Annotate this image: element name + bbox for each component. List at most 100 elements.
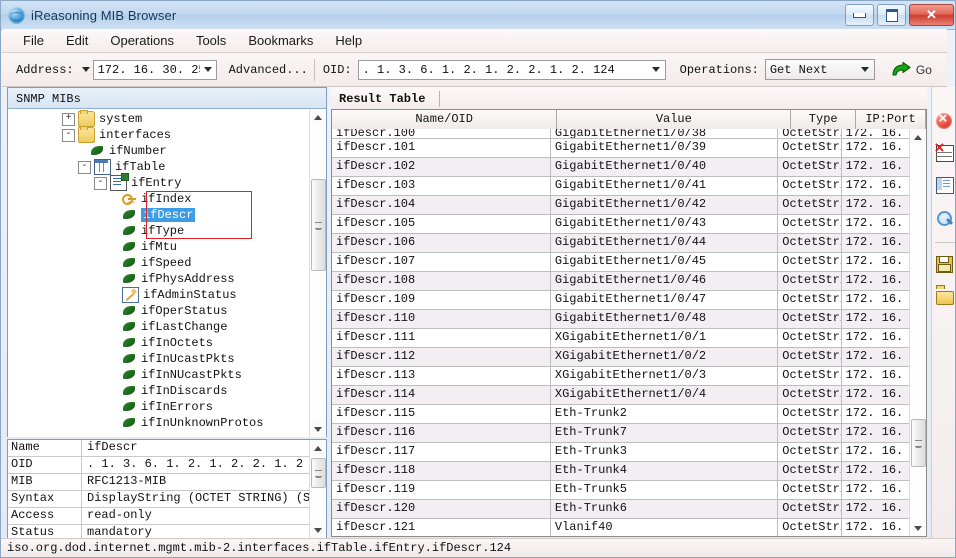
table-row[interactable]: ifDescr.106 GigabitEthernet1/0/44 OctetStr… <box>332 234 910 253</box>
mib-tree[interactable]: + system - interfaces ifNumber - ifTable - ifEnt… <box>8 109 310 437</box>
tree-vertical-scrollbar[interactable] <box>309 109 326 437</box>
table-row[interactable]: ifDescr.101 GigabitEthernet1/0/39 OctetStr… <box>332 139 910 158</box>
result-table-body[interactable]: ifDescr.100 GigabitEthernet1/0/38 OctetStr… <box>332 129 910 536</box>
table-row[interactable]: ifDescr.105 GigabitEthernet1/0/43 OctetStr… <box>332 215 910 234</box>
result-scroll-thumb[interactable] <box>911 419 926 467</box>
tree-node-ifinnucastpkts[interactable]: ifInNUcastPkts <box>8 367 310 383</box>
write-icon <box>122 287 139 303</box>
result-scroll-down-button[interactable] <box>910 520 926 536</box>
tree-node-ifadminstatus[interactable]: ifAdminStatus <box>8 287 310 303</box>
tree-node-ifentry[interactable]: - ifEntry <box>8 173 310 191</box>
collapse-icon[interactable]: - <box>62 128 75 142</box>
tree-node-ifinucastpkts[interactable]: ifInUcastPkts <box>8 351 310 367</box>
tree-node-ifinunknownprotos[interactable]: ifInUnknownProtos <box>8 415 310 431</box>
clear-table-icon[interactable] <box>935 145 954 163</box>
table-row[interactable]: ifDescr.116Eth-Trunk7OctetString172. 16.… <box>332 424 910 443</box>
operations-chevron-down-icon[interactable] <box>857 61 874 79</box>
table-row[interactable]: ifDescr.118Eth-Trunk4OctetString172. 16.… <box>332 462 910 481</box>
minimize-button[interactable] <box>845 4 874 26</box>
tree-node-ifinoctets[interactable]: ifInOctets <box>8 335 310 351</box>
table-view-icon[interactable] <box>935 177 954 195</box>
menu-operations[interactable]: Operations <box>99 30 185 51</box>
menu-file[interactable]: File <box>12 30 55 51</box>
table-row[interactable]: ifDescr.102 GigabitEthernet1/0/40 OctetStr… <box>332 158 910 177</box>
properties-vertical-scrollbar[interactable] <box>309 440 326 538</box>
tree-connector <box>110 271 122 287</box>
save-icon[interactable] <box>935 256 954 274</box>
close-button[interactable]: ✕ <box>909 4 954 26</box>
menu-bookmarks[interactable]: Bookmarks <box>237 30 324 51</box>
advanced-button[interactable]: Advanced... <box>229 63 308 77</box>
table-row[interactable]: ifDescr.100 GigabitEthernet1/0/38 OctetStr… <box>332 129 910 139</box>
table-row[interactable]: ifDescr.107 GigabitEthernet1/0/45 OctetStr… <box>332 253 910 272</box>
mib-tree-panel: SNMP MIBs + system - interfaces ifNumber - ifT… <box>7 87 327 437</box>
properties-scroll-track-bottom <box>310 522 326 538</box>
tree-scroll-thumb[interactable] <box>311 179 326 271</box>
table-row[interactable]: ifDescr.115Eth-Trunk2OctetString172. 16.… <box>332 405 910 424</box>
table-row[interactable]: ifDescr.112 XGigabitEthernet1/0/2 OctetStr… <box>332 348 910 367</box>
table-row[interactable]: ifDescr.114 XGigabitEthernet1/0/4 OctetStr… <box>332 386 910 405</box>
menu-edit[interactable]: Edit <box>55 30 99 51</box>
oid-chevron-down-icon[interactable] <box>648 61 665 79</box>
tab-snmp-mibs[interactable]: SNMP MIBs <box>8 90 89 108</box>
table-row[interactable]: ifDescr.121Vlanif40OctetString172. 16. 3… <box>332 519 910 536</box>
table-row[interactable]: ifDescr.111 XGigabitEthernet1/0/1 OctetStr… <box>332 329 910 348</box>
tree-node-ifnumber[interactable]: ifNumber <box>8 143 310 159</box>
table-row[interactable]: ifDescr.104 GigabitEthernet1/0/42 OctetStr… <box>332 196 910 215</box>
stop-icon[interactable] <box>935 113 954 131</box>
tree-node-ifindex[interactable]: ifIndex <box>8 191 310 207</box>
column-header-ip-port[interactable]: IP:Port <box>856 110 926 129</box>
result-vertical-scrollbar[interactable] <box>909 129 926 536</box>
tree-node-ifphysaddress[interactable]: ifPhysAddress <box>8 271 310 287</box>
operations-select[interactable]: Get Next <box>764 59 875 80</box>
collapse-icon[interactable]: - <box>94 176 107 190</box>
cell-value: GigabitEthernet1/0/44 <box>551 234 779 252</box>
tab-result-table[interactable]: Result Table <box>331 89 435 109</box>
tree-node-ifoperstatus[interactable]: ifOperStatus <box>8 303 310 319</box>
tree-node-iflastchange[interactable]: ifLastChange <box>8 319 310 335</box>
address-input[interactable]: 172. 16. 30. 254 <box>92 59 217 80</box>
result-scroll-up-button[interactable] <box>910 129 926 145</box>
tree-node-iftype[interactable]: ifType <box>8 223 310 239</box>
maximize-button[interactable] <box>877 4 906 26</box>
properties-scroll-thumb[interactable] <box>311 458 326 488</box>
tree-node-ifindiscards[interactable]: ifInDiscards <box>8 383 310 399</box>
tree-node-ifspeed[interactable]: ifSpeed <box>8 255 310 271</box>
table-row[interactable]: ifDescr.119Eth-Trunk5OctetString172. 16.… <box>332 481 910 500</box>
property-value: . 1. 3. 6. 1. 2. 1. 2. 2. 1. 2 <box>87 457 304 471</box>
address-chevron-down-icon[interactable] <box>200 61 215 79</box>
tree-node-ifmtu[interactable]: ifMtu <box>8 239 310 255</box>
cell-value: Eth-Trunk6 <box>551 500 779 518</box>
tree-scroll-up-button[interactable] <box>310 109 326 125</box>
column-header-type[interactable]: Type <box>791 110 857 129</box>
tree-node-interfaces[interactable]: - interfaces <box>8 126 310 143</box>
table-row[interactable]: ifDescr.120Eth-Trunk6OctetString172. 16.… <box>332 500 910 519</box>
column-header-name-oid[interactable]: Name/OID <box>332 110 558 129</box>
menu-help[interactable]: Help <box>324 30 373 51</box>
address-history-dropdown-icon[interactable] <box>80 61 93 79</box>
table-row[interactable]: ifDescr.110 GigabitEthernet1/0/48 OctetStr… <box>332 310 910 329</box>
cell-value: Eth-Trunk2 <box>551 405 779 423</box>
tree-scroll-down-button[interactable] <box>310 421 326 437</box>
tree-node-iftable[interactable]: - ifTable <box>8 159 310 175</box>
find-icon[interactable] <box>936 209 954 227</box>
table-row[interactable]: ifDescr.113 XGigabitEthernet1/0/3 OctetStr… <box>332 367 910 386</box>
oid-input[interactable]: . 1. 3. 6. 1. 2. 1. 2. 2. 1. 2. 124 <box>357 59 666 80</box>
tree-node-ifdescr[interactable]: ifDescr <box>8 207 310 223</box>
tree-node-ifinerrors[interactable]: ifInErrors <box>8 399 310 415</box>
column-header-value[interactable]: Value <box>557 110 792 129</box>
properties-scroll-down-button[interactable] <box>310 522 326 538</box>
properties-scroll-up-button[interactable] <box>310 440 326 456</box>
tool-icon-rail <box>931 87 955 539</box>
table-row[interactable]: ifDescr.109 GigabitEthernet1/0/47 OctetStr… <box>332 291 910 310</box>
expand-icon[interactable]: + <box>62 112 75 126</box>
table-row[interactable]: ifDescr.103 GigabitEthernet1/0/41 OctetStr… <box>332 177 910 196</box>
tree-node-system[interactable]: + system <box>8 110 310 127</box>
open-icon[interactable] <box>935 288 954 306</box>
tree-node-label: ifIndex <box>141 192 192 206</box>
table-row[interactable]: ifDescr.117Eth-Trunk3OctetString172. 16.… <box>332 443 910 462</box>
go-button[interactable]: Go <box>891 61 932 78</box>
menu-tools[interactable]: Tools <box>185 30 237 51</box>
collapse-icon[interactable]: - <box>78 160 91 174</box>
table-row[interactable]: ifDescr.108 GigabitEthernet1/0/46 OctetStr… <box>332 272 910 291</box>
